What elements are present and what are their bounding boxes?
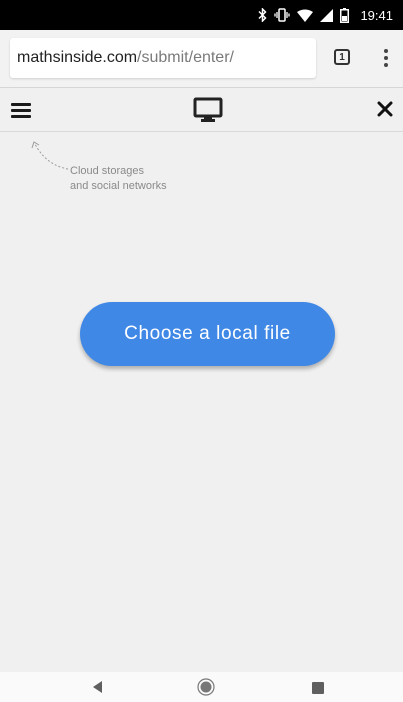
- choose-local-file-button[interactable]: Choose a local file: [80, 302, 335, 366]
- browser-toolbar: mathsinside.com/submit/enter/ 1: [0, 30, 403, 88]
- close-icon[interactable]: [374, 98, 396, 120]
- home-icon[interactable]: [197, 678, 215, 696]
- status-icons: 19:41: [258, 7, 393, 23]
- cloud-storage-hint: Cloud storages and social networks: [70, 164, 167, 194]
- bluetooth-icon: [258, 8, 268, 22]
- url-path: /submit/enter/: [137, 49, 234, 66]
- vibrate-icon: [274, 8, 291, 22]
- battery-icon: [340, 7, 350, 23]
- android-nav-bar: [0, 672, 403, 702]
- desktop-monitor-icon[interactable]: [193, 97, 223, 123]
- app-toolbar: [0, 88, 403, 132]
- hint-line-1: Cloud storages: [70, 165, 144, 177]
- hint-line-2: and social networks: [70, 180, 167, 192]
- status-time: 19:41: [360, 7, 393, 23]
- back-icon[interactable]: [90, 679, 104, 695]
- wifi-icon: [297, 9, 314, 22]
- url-host: mathsinside.com: [17, 49, 138, 66]
- recents-icon[interactable]: [312, 681, 324, 694]
- signal-icon: [320, 8, 334, 22]
- dashed-arrow-icon: [30, 138, 74, 176]
- url-bar[interactable]: mathsinside.com/submit/enter/: [10, 38, 316, 78]
- overflow-menu-icon[interactable]: [376, 46, 396, 70]
- status-bar: 19:41: [0, 0, 403, 30]
- hamburger-menu-icon[interactable]: [10, 100, 34, 120]
- tab-switcher-button[interactable]: 1: [334, 49, 350, 65]
